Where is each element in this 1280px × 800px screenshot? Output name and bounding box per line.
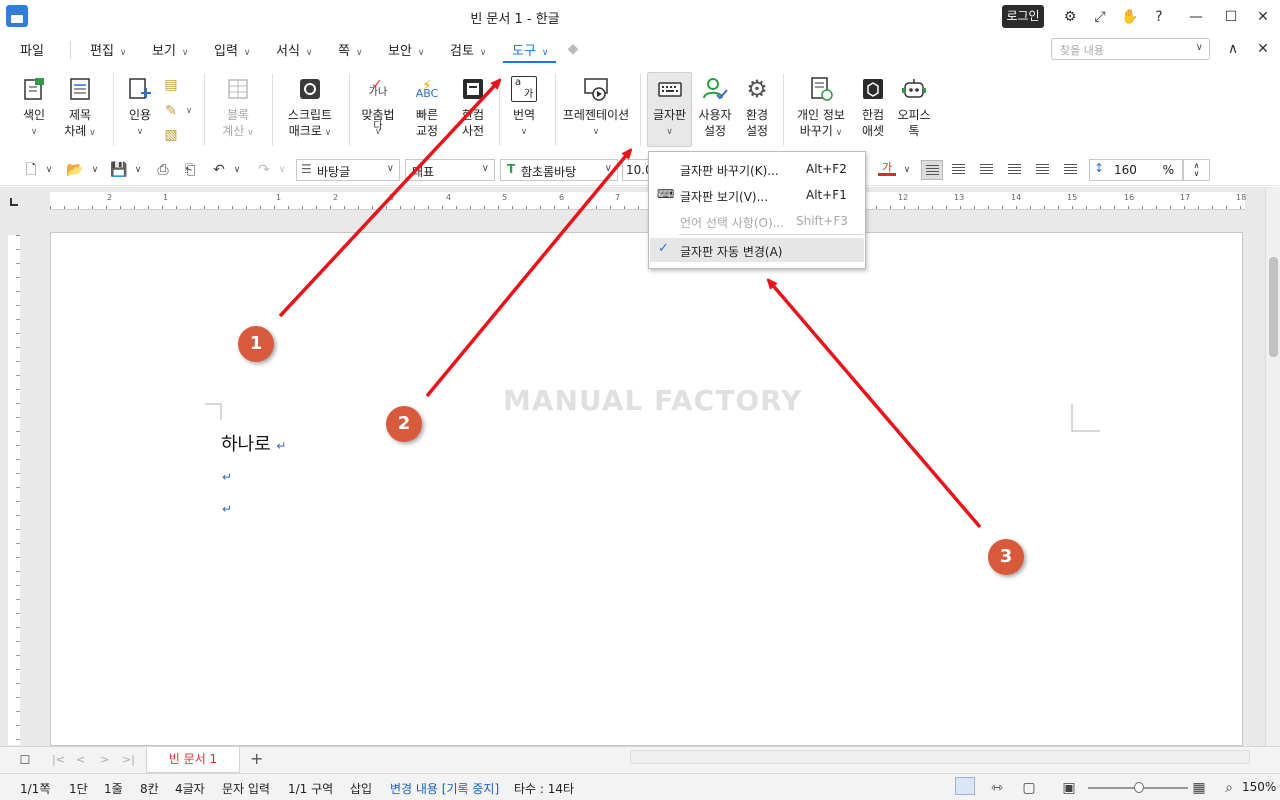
paragraph-mark: ↵ [222, 502, 233, 516]
menu-item-shortcut: Shift+F3 [796, 214, 848, 228]
status-chars: 4글자 [175, 782, 205, 796]
menu-item-shortcut: Alt+F1 [806, 188, 847, 202]
document-line-1[interactable]: 하나로 ↵ [221, 430, 286, 456]
horizontal-scrollbar[interactable] [630, 750, 1250, 764]
keyboard-layout-dropdown: 글자판 바꾸기(K)... Alt+F2 ⌨ 글자판 보기(V)... Alt+F1 … [648, 151, 866, 269]
tab-document-1[interactable]: 빈 문서 1 [146, 747, 240, 773]
document-text: 하나로 [221, 434, 271, 455]
paragraph-mark: ↵ [276, 439, 287, 453]
menu-item-label: 언어 선택 사항(O)... [680, 216, 785, 230]
status-page[interactable]: 1/1쪽 [20, 780, 50, 797]
first-tab-icon[interactable]: |< [52, 753, 65, 766]
status-line: 1줄 [104, 782, 123, 796]
status-section: 1/1 구역 [288, 782, 334, 796]
annotation-badge-2: 2 [386, 406, 422, 442]
menu-item-label: 글자판 자동 변경(A) [680, 245, 783, 259]
status-column: 1단 [69, 782, 88, 796]
doc-list-icon[interactable]: ☐ [16, 751, 34, 769]
add-tab-button[interactable]: + [250, 749, 263, 768]
vertical-scrollbar[interactable] [1265, 187, 1280, 746]
menu-item-view-keyboard[interactable]: ⌨ 글자판 보기(V)... Alt+F1 [650, 183, 864, 207]
next-tab-icon[interactable]: > [100, 753, 109, 766]
menu-item-label: 글자판 보기(V)... [680, 190, 769, 204]
annotation-badge-3: 3 [988, 539, 1024, 575]
menu-item-auto-keyboard[interactable]: ✓ 글자판 자동 변경(A) [650, 238, 864, 262]
page-view-icon[interactable]: ▣ [1060, 779, 1078, 797]
watermark-text: MANUAL FACTORY [503, 384, 803, 417]
status-zoom[interactable]: 150% [1242, 780, 1276, 794]
status-insert-mode[interactable]: 삽입 [350, 780, 372, 797]
menu-item-change-keyboard[interactable]: 글자판 바꾸기(K)... Alt+F2 [650, 157, 864, 181]
menu-item-label: 글자판 바꾸기(K)... [680, 164, 779, 178]
fit-page-icon[interactable]: ▢ [1020, 779, 1038, 797]
zoom-slider-handle[interactable] [1134, 782, 1144, 793]
checkmark-icon: ✓ [658, 241, 669, 256]
annotation-badge-1: 1 [238, 326, 274, 362]
status-track-changes[interactable]: 변경 내용 [기록 중지] [390, 780, 499, 797]
zoom-fit-icon[interactable]: ▦ [1190, 779, 1208, 797]
menu-item-language-options: 언어 선택 사항(O)... Shift+F3 [650, 209, 864, 233]
fit-width-icon[interactable]: ⇿ [988, 779, 1006, 797]
status-col: 8칸 [140, 782, 159, 796]
scrollbar-thumb[interactable] [1269, 257, 1278, 357]
status-typing-count: 타수 : 14타 [514, 782, 575, 796]
last-tab-icon[interactable]: >| [122, 753, 135, 766]
normal-view-icon[interactable] [955, 777, 975, 795]
keyboard-icon: ⌨ [657, 187, 675, 201]
status-input-mode: 문자 입력 [222, 782, 270, 796]
menu-separator [679, 234, 863, 235]
prev-tab-icon[interactable]: < [76, 753, 85, 766]
paragraph-mark: ↵ [222, 470, 233, 484]
zoom-search-icon[interactable]: ⌕ [1220, 779, 1238, 797]
menu-item-shortcut: Alt+F2 [806, 162, 847, 176]
